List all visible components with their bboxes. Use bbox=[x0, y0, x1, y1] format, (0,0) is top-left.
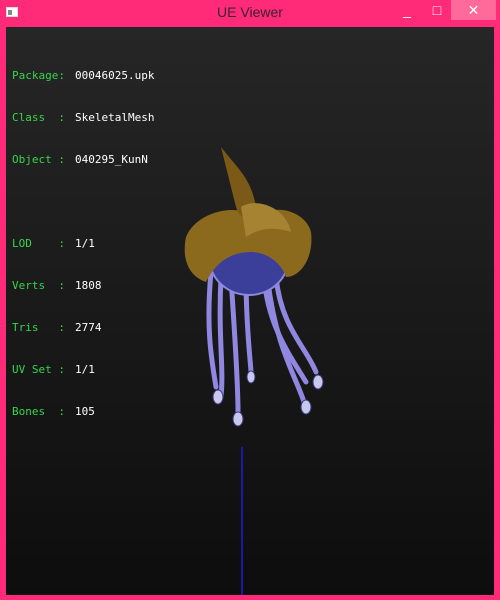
minimize-icon: _ bbox=[403, 2, 411, 18]
close-icon: ✕ bbox=[467, 1, 480, 18]
3d-viewport[interactable]: Package: 00046025.upk Class : SkeletalMesh… bbox=[6, 27, 494, 595]
maximize-button[interactable]: □ bbox=[424, 0, 450, 20]
mesh-render bbox=[184, 147, 324, 595]
close-button[interactable]: ✕ bbox=[451, 0, 496, 20]
title-bar[interactable]: UE Viewer _ □ ✕ bbox=[0, 0, 500, 27]
maximize-icon: □ bbox=[432, 2, 442, 18]
minimize-button[interactable]: _ bbox=[390, 0, 424, 20]
app-window: UE Viewer _ □ ✕ Package: 00046025.upk Cla… bbox=[0, 0, 500, 600]
